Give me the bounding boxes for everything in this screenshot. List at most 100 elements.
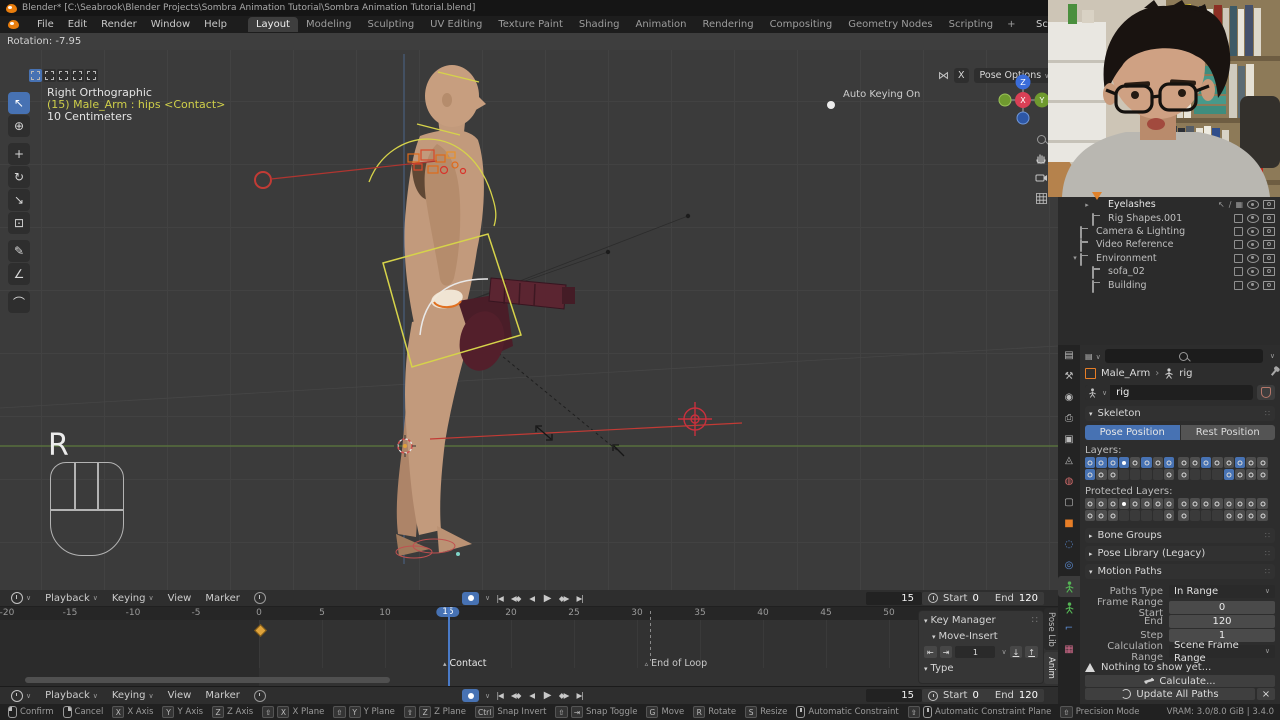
protected-layer-cell[interactable] xyxy=(1178,498,1189,509)
protected-layer-cell[interactable] xyxy=(1223,510,1234,521)
properties-tab-tool[interactable]: ⚒ xyxy=(1058,366,1080,387)
protected-layer-cell[interactable] xyxy=(1118,498,1130,509)
brush-icon[interactable]: ∕ xyxy=(1229,200,1232,209)
prev-key-button-2[interactable]: ◀◆ xyxy=(509,689,522,702)
skeleton-panel-header[interactable]: ▾ Skeleton ∷ xyxy=(1085,406,1275,421)
calculate-paths-button[interactable]: Calculate... xyxy=(1085,675,1275,687)
camera-icon[interactable] xyxy=(1263,280,1275,290)
mirror-x-toggle[interactable]: X xyxy=(954,68,969,83)
layer-cell[interactable] xyxy=(1212,457,1223,468)
ruler-tick-10[interactable]: 10 xyxy=(379,608,390,618)
update-all-paths-button[interactable]: Update All Paths xyxy=(1085,688,1255,700)
ruler-tick--20[interactable]: -20 xyxy=(0,608,14,618)
panel-header-motion-paths[interactable]: ▾ Motion Paths ∷ xyxy=(1085,564,1275,579)
protected-layer-cell[interactable] xyxy=(1246,498,1257,509)
layer-cell[interactable] xyxy=(1085,469,1096,480)
protected-layer-cell[interactable] xyxy=(1257,510,1268,521)
field-paths-type[interactable]: In Range ∨ xyxy=(1169,585,1275,598)
select-mode-1[interactable] xyxy=(29,69,42,82)
properties-tab-render[interactable]: ◉ xyxy=(1058,387,1080,408)
ruler-tick-30[interactable]: 30 xyxy=(631,608,642,618)
pan-hand-icon[interactable] xyxy=(1033,150,1049,166)
layer-cell[interactable] xyxy=(1200,469,1212,480)
workspace-tab-scripting[interactable]: Scripting xyxy=(941,17,1001,32)
properties-tab-scene[interactable]: ◬ xyxy=(1058,450,1080,471)
layer-cell[interactable] xyxy=(1246,469,1257,480)
auto-key-record-button[interactable] xyxy=(462,591,479,605)
timeline-menu-view-2[interactable]: View xyxy=(161,690,199,701)
filter-caret[interactable]: ∨ xyxy=(1270,352,1275,360)
sidebar-tab-anim[interactable]: Anim xyxy=(1044,652,1058,684)
layer-cell[interactable] xyxy=(1178,457,1189,468)
ruler-tick-0[interactable]: 0 xyxy=(256,608,262,618)
jump-start-button[interactable]: |◀ xyxy=(493,592,506,605)
protected-layer-cell[interactable] xyxy=(1212,510,1223,521)
layer-cell[interactable] xyxy=(1107,457,1118,468)
checkbox-icon[interactable] xyxy=(1234,253,1243,263)
layer-cell[interactable] xyxy=(1223,457,1234,468)
screen-icon[interactable]: ▦ xyxy=(1235,200,1243,209)
prev-frame-button[interactable]: ◀ xyxy=(525,592,538,605)
layer-cell[interactable] xyxy=(1234,457,1246,468)
editor-type-dropdown[interactable]: ∨ xyxy=(4,592,38,604)
outliner-row[interactable]: ▾ Environment xyxy=(1058,252,1280,266)
next-key-button[interactable]: ◆▶ xyxy=(557,592,570,605)
ruler-tick-35[interactable]: 35 xyxy=(694,608,705,618)
properties-tab-texture[interactable]: ▦ xyxy=(1058,639,1080,660)
eye-icon[interactable] xyxy=(1247,267,1259,277)
properties-tab-armature-data[interactable] xyxy=(1058,576,1080,597)
tool-scale[interactable]: ↘ xyxy=(8,189,30,211)
field-calculation-range[interactable]: Scene Frame Range ∨ xyxy=(1169,640,1275,664)
insert-key-down-button[interactable]: ↓ xyxy=(1009,646,1023,658)
protected-layer-cell[interactable] xyxy=(1141,498,1152,509)
workspace-tab-sculpting[interactable]: Sculpting xyxy=(359,17,422,32)
outliner-row[interactable]: ▸ Eyelashes ↖ ∕ ▦ xyxy=(1058,192,1280,212)
menu-render[interactable]: Render xyxy=(94,17,144,32)
layer-cell[interactable] xyxy=(1096,469,1107,480)
protected-layer-cell[interactable] xyxy=(1130,510,1141,521)
current-frame-field[interactable]: 15 xyxy=(866,591,922,605)
protected-layer-cell[interactable] xyxy=(1164,498,1175,509)
select-mode-3[interactable] xyxy=(57,69,70,82)
tool-select-box[interactable]: ↖ xyxy=(8,92,30,114)
timeline-editor[interactable]: ∨ Playback ∨ Keying ∨ View Marker ∨ |◀ ◀◆ ◀ ▶ ◆▶ ▶| 15… xyxy=(0,590,1058,686)
breadcrumb-data[interactable]: rig xyxy=(1179,368,1192,379)
properties-tab-view-layer[interactable]: ▣ xyxy=(1058,429,1080,450)
timeline-menu-keying[interactable]: Keying ∨ xyxy=(105,593,161,604)
close-paths-button[interactable]: × xyxy=(1257,688,1275,700)
grid-toggle-icon[interactable] xyxy=(1033,190,1049,206)
protected-layer-cell[interactable] xyxy=(1141,510,1152,521)
workspace-tab-shading[interactable]: Shading xyxy=(571,17,628,32)
outliner-row[interactable]: Camera & Lighting xyxy=(1058,225,1280,239)
field-end[interactable]: 120 xyxy=(1169,615,1275,628)
tool-cursor[interactable]: ⊕ xyxy=(8,115,30,137)
properties-tab-output[interactable]: ⎙ xyxy=(1058,408,1080,429)
checkbox-icon[interactable] xyxy=(1234,280,1243,290)
protected-layer-cell[interactable] xyxy=(1164,510,1175,521)
timeline-ruler[interactable]: -20-15-10-505101520253035404550 xyxy=(0,607,1058,620)
workspace-tab-compositing[interactable]: Compositing xyxy=(762,17,841,32)
panel-header-bone-groups[interactable]: ▸ Bone Groups ∷ xyxy=(1085,528,1275,543)
timeline-menu-keying-2[interactable]: Keying ∨ xyxy=(105,690,161,701)
jump-left-key-button[interactable]: ⇤ xyxy=(924,646,937,658)
layer-cell[interactable] xyxy=(1152,457,1164,468)
move-insert-value[interactable]: 1 xyxy=(955,646,996,658)
jump-start-button-2[interactable]: |◀ xyxy=(493,689,506,702)
protected-layer-cell[interactable] xyxy=(1152,498,1164,509)
field-frame-range-start[interactable]: 0 xyxy=(1169,601,1275,614)
eye-icon[interactable] xyxy=(1247,280,1259,290)
tool-transform[interactable]: ⊡ xyxy=(8,212,30,234)
play-button-2[interactable]: ▶ xyxy=(541,689,554,702)
eye-icon[interactable] xyxy=(1247,253,1259,263)
layer-cell[interactable] xyxy=(1118,457,1130,468)
breadcrumb-object[interactable]: Male_Arm xyxy=(1101,368,1150,379)
properties-tab-bone[interactable] xyxy=(1058,597,1080,618)
menu-help[interactable]: Help xyxy=(197,17,234,32)
protected-layer-cell[interactable] xyxy=(1257,498,1268,509)
ruler-tick-20[interactable]: 20 xyxy=(505,608,516,618)
timeline-menu-view[interactable]: View xyxy=(161,593,199,604)
id-name-field[interactable]: ∨ rig xyxy=(1085,385,1253,400)
layer-cell[interactable] xyxy=(1141,457,1152,468)
workspace-tab-animation[interactable]: Animation xyxy=(628,17,695,32)
camera-icon[interactable] xyxy=(1263,200,1275,210)
